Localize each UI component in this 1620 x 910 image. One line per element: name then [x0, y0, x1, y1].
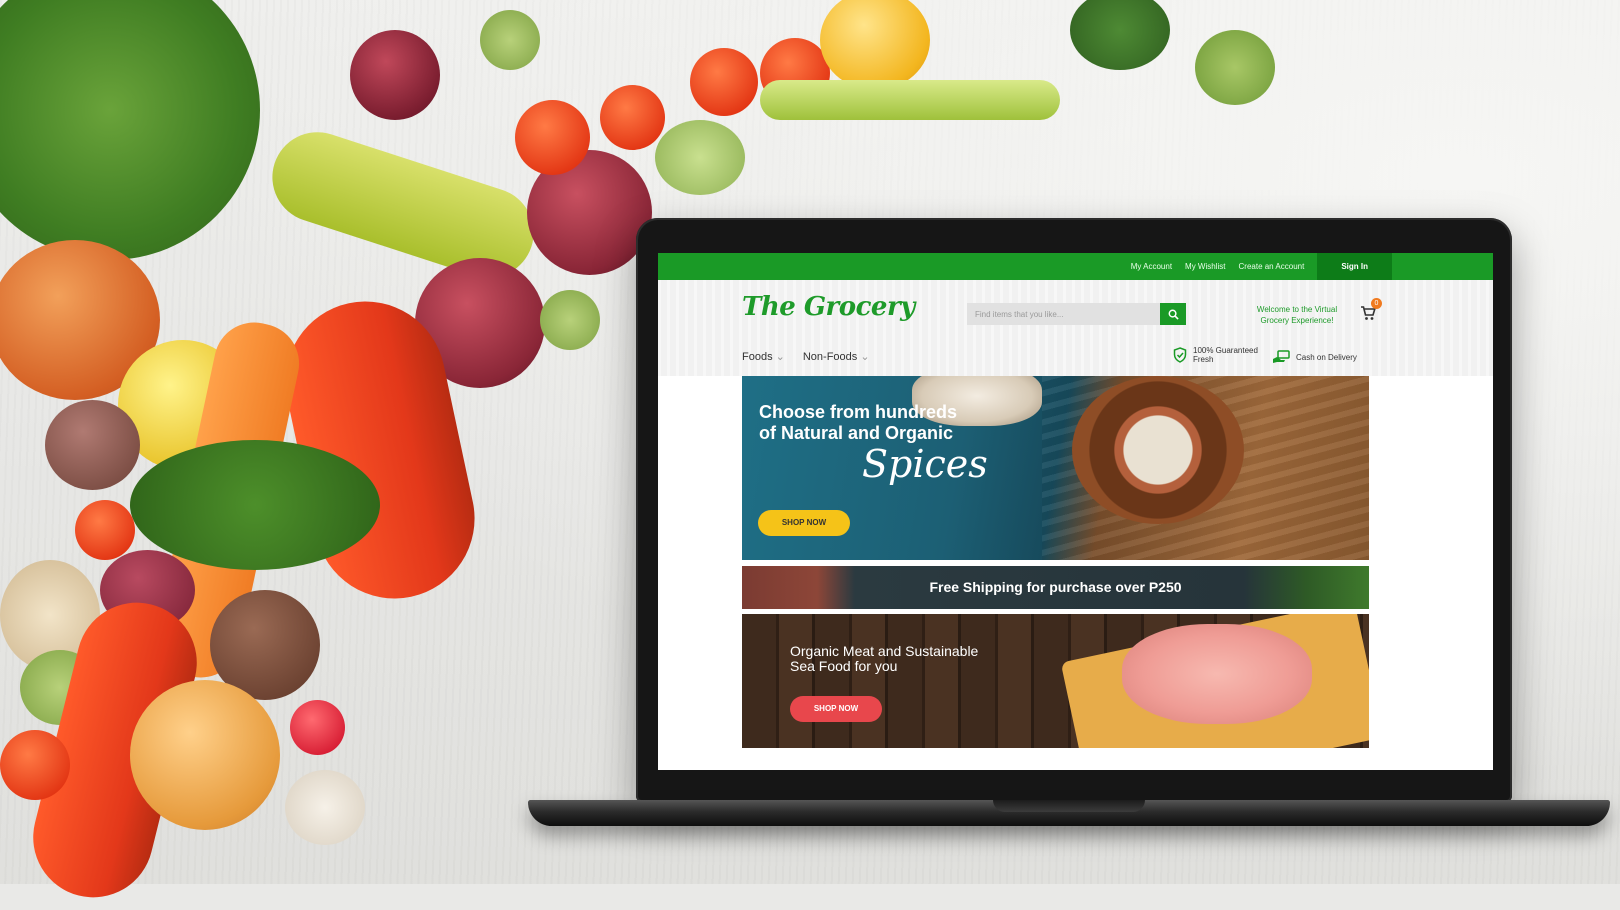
search-input[interactable]: [967, 303, 1175, 325]
meat-seafood-banner[interactable]: Organic Meat and Sustainable Sea Food fo…: [742, 614, 1369, 748]
sign-in-button[interactable]: Sign In: [1317, 253, 1392, 280]
my-wishlist-link[interactable]: My Wishlist: [1185, 262, 1225, 271]
spice-bowl-image: [1072, 376, 1244, 524]
chevron-down-icon: ⌄: [860, 351, 870, 363]
meat-shop-now-button[interactable]: SHOP NOW: [790, 696, 882, 722]
cart-count-badge: 0: [1371, 298, 1382, 309]
nav-non-foods[interactable]: Non-Foods ⌄: [803, 350, 870, 363]
laptop-screen: My Account My Wishlist Create an Account…: [658, 253, 1493, 770]
nav-non-foods-label: Non-Foods: [802, 351, 858, 363]
chevron-down-icon: ⌄: [775, 351, 785, 363]
spices-heading: Choose from hundreds of Natural and Orga…: [759, 402, 958, 443]
my-account-link[interactable]: My Account: [1131, 262, 1172, 271]
welcome-message: Welcome to the Virtual Grocery Experienc…: [1256, 305, 1338, 325]
meat-heading: Organic Meat and Sustainable Sea Food fo…: [790, 643, 979, 674]
create-account-link[interactable]: Create an Account: [1239, 262, 1305, 271]
laptop-notch: [993, 800, 1145, 812]
feature-cod: Cash on Delivery: [1272, 350, 1357, 364]
top-bar: My Account My Wishlist Create an Account…: [658, 253, 1493, 280]
feature-fresh: 100% Guaranteed Fresh: [1173, 346, 1263, 364]
cart-button[interactable]: [1360, 306, 1376, 326]
nav-foods[interactable]: Foods ⌄: [742, 350, 785, 363]
spices-script-title: Spices: [862, 442, 988, 486]
search-icon: [1168, 309, 1179, 320]
meat-image: [1122, 624, 1312, 724]
free-shipping-banner: Free Shipping for purchase over P250: [742, 566, 1369, 609]
feature-fresh-label: 100% Guaranteed Fresh: [1193, 346, 1258, 364]
nav-foods-label: Foods: [742, 351, 773, 363]
site-header: The Grocery Welcome to the Virtual Groce…: [658, 280, 1493, 376]
main-nav: Foods ⌄ Non-Foods ⌄: [742, 350, 870, 363]
cash-hand-icon: [1273, 350, 1290, 363]
feature-cod-label: Cash on Delivery: [1296, 352, 1357, 362]
shield-check-icon: [1173, 347, 1187, 363]
spices-shop-now-button[interactable]: SHOP NOW: [758, 510, 850, 536]
search-button[interactable]: [1160, 303, 1186, 325]
spices-banner[interactable]: Choose from hundreds of Natural and Orga…: [742, 376, 1369, 560]
site-logo[interactable]: The Grocery: [742, 292, 915, 322]
free-shipping-text: Free Shipping for purchase over P250: [929, 579, 1182, 595]
